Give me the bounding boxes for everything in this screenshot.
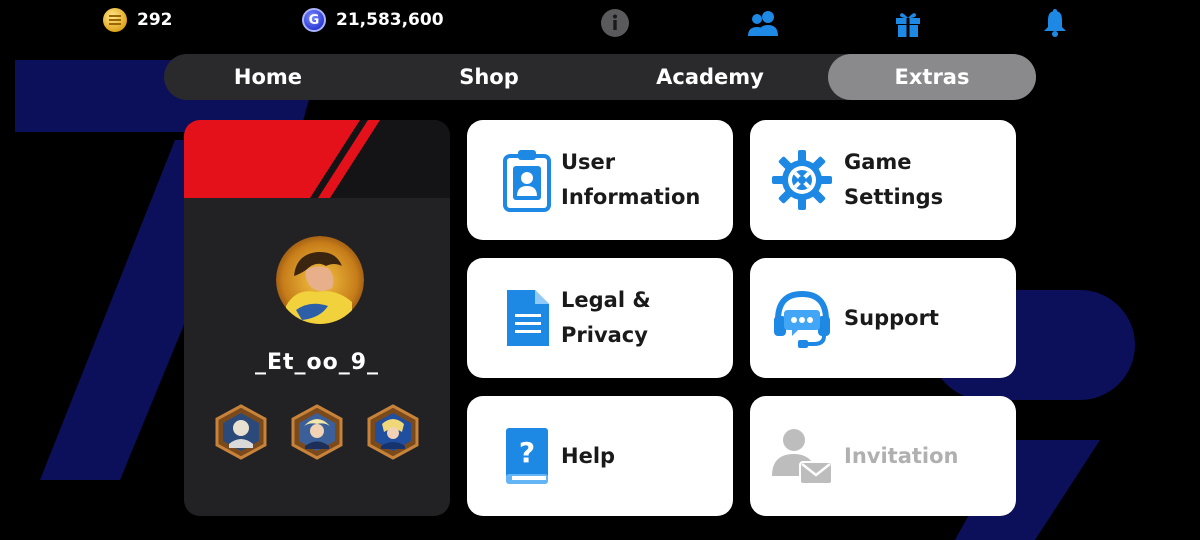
gift-icon[interactable]: [893, 8, 923, 38]
tab-extras[interactable]: Extras: [828, 54, 1036, 100]
gem-amount: 21,583,600: [336, 10, 444, 30]
help-label: Help: [561, 443, 616, 468]
tab-academy[interactable]: Academy: [606, 54, 814, 100]
top-bar: 292 G 21,583,600: [0, 0, 1200, 46]
profile-banner: [184, 120, 450, 198]
support-label: Support: [844, 305, 939, 330]
main-tab-bar: Home Shop Academy Extras: [164, 54, 1036, 100]
invitation-label: Invitation: [844, 443, 959, 468]
profile-card[interactable]: _Et_oo_9_: [184, 120, 450, 516]
badge-icon[interactable]: [366, 404, 420, 460]
document-icon: [495, 286, 559, 350]
badge-icon[interactable]: [214, 404, 268, 460]
badge-icon[interactable]: [290, 404, 344, 460]
avatar[interactable]: [276, 236, 364, 324]
gem-balance: G 21,583,600: [302, 8, 444, 32]
legal-privacy-button[interactable]: Legal & Privacy: [467, 258, 733, 378]
coin-icon: [103, 8, 127, 32]
help-book-icon: ?: [495, 424, 559, 488]
svg-text:?: ?: [519, 436, 535, 469]
legal-privacy-label: Legal & Privacy: [561, 288, 651, 347]
coin-balance: 292: [103, 8, 173, 32]
coin-amount: 292: [137, 10, 173, 30]
invitation-button[interactable]: Invitation: [750, 396, 1016, 516]
support-button[interactable]: Support: [750, 258, 1016, 378]
game-settings-button[interactable]: Game Settings: [750, 120, 1016, 240]
game-settings-label: Game Settings: [844, 150, 944, 209]
tab-home[interactable]: Home: [164, 54, 372, 100]
bell-icon[interactable]: [1040, 8, 1070, 38]
user-information-button[interactable]: User Information: [467, 120, 733, 240]
friends-icon[interactable]: [746, 8, 780, 38]
info-icon[interactable]: [600, 8, 630, 38]
id-card-icon: [495, 148, 559, 212]
gem-currency-icon: G: [302, 8, 326, 32]
username: _Et_oo_9_: [254, 350, 380, 375]
tab-shop[interactable]: Shop: [385, 54, 593, 100]
user-information-label: User Information: [561, 150, 701, 209]
settings-gear-icon: [770, 148, 834, 212]
headset-icon: [770, 286, 834, 350]
help-button[interactable]: ? Help: [467, 396, 733, 516]
invitation-icon: [770, 424, 834, 488]
